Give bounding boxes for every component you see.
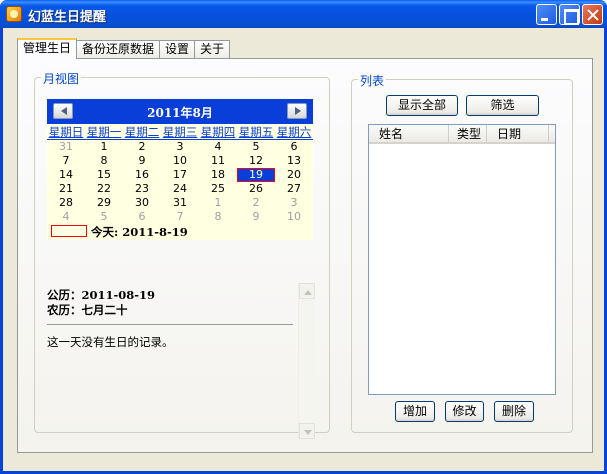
calendar-header: 2011年8月 (47, 99, 313, 124)
calendar-day[interactable]: 2 (237, 196, 275, 210)
column-name[interactable]: 姓名 (369, 125, 449, 142)
tab-manage-birthdays[interactable]: 管理生日 (17, 38, 78, 59)
maximize-button[interactable] (559, 4, 580, 25)
calendar-day[interactable]: 6 (275, 140, 313, 154)
solar-date: 公历：2011-08-19 (47, 288, 156, 302)
close-button[interactable] (582, 4, 603, 25)
info-scrollbar[interactable] (298, 283, 315, 439)
calendar-day[interactable]: 28 (47, 196, 85, 210)
calendar-day[interactable]: 24 (161, 182, 199, 196)
day-info: 公历：2011-08-19 农历：七月二十 这一天没有生日的记录。 (47, 287, 310, 437)
next-month-button[interactable] (287, 103, 307, 119)
calendar-day[interactable]: 6 (123, 210, 161, 224)
tab-about[interactable]: 关于 (194, 40, 231, 59)
birthday-list[interactable]: 姓名 类型 日期 (368, 124, 556, 395)
calendar-day[interactable]: 7 (47, 154, 85, 168)
scroll-down-icon[interactable] (299, 423, 315, 439)
calendar-day[interactable]: 10 (275, 210, 313, 224)
calendar-day[interactable]: 7 (161, 210, 199, 224)
calendar-week: 21 22 23 24 25 26 27 (47, 182, 313, 196)
calendar-day[interactable]: 21 (47, 182, 85, 196)
month-view-label: 月视图 (41, 70, 82, 87)
scroll-up-icon[interactable] (299, 283, 315, 299)
month-calendar[interactable]: 2011年8月 星期日 星期一 星期二 星期三 星期四 星期五 星期六 31 1 2… (47, 99, 313, 240)
day-note: 这一天没有生日的记录。 (47, 335, 174, 349)
month-view-group: 月视图 2011年8月 星期日 星期一 星期二 星期三 星期四 星期五 星期六 … (34, 70, 330, 439)
info-divider (47, 324, 293, 325)
calendar-week: 28 29 30 31 1 2 3 (47, 196, 313, 210)
calendar-day[interactable]: 3 (275, 196, 313, 210)
calendar-day[interactable]: 25 (199, 182, 237, 196)
calendar-day[interactable]: 13 (275, 154, 313, 168)
window-title: 幻蓝生日提醒 (28, 10, 107, 25)
weekday-header: 星期一 (86, 125, 122, 139)
calendar-day[interactable]: 31 (47, 140, 85, 154)
weekday-header: 星期三 (162, 125, 198, 139)
weekday-header: 星期二 (124, 125, 160, 139)
app-icon (6, 6, 22, 22)
list-group: 列表 显示全部 筛选 姓名 类型 日期 增加 修改 删除 (351, 72, 573, 433)
calendar-day[interactable]: 23 (123, 182, 161, 196)
calendar-day[interactable]: 1 (85, 140, 123, 154)
calendar-day[interactable]: 3 (161, 140, 199, 154)
column-type[interactable]: 类型 (449, 125, 487, 142)
calendar-day[interactable]: 1 (199, 196, 237, 210)
weekday-header: 星期五 (238, 125, 274, 139)
calendar-day[interactable]: 12 (237, 154, 275, 168)
calendar-week: 4 5 6 7 8 9 10 (47, 210, 313, 224)
tab-settings[interactable]: 设置 (159, 40, 196, 59)
calendar-grid: 31 1 2 3 4 5 6 7 8 9 10 11 12 13 14 15 16 17 18 19 20 21 22 23 2… (47, 140, 313, 224)
list-header: 姓名 类型 日期 (369, 125, 555, 144)
tab-strip: 管理生日 备份还原数据 设置 关于 (17, 38, 231, 59)
add-button[interactable]: 增加 (395, 401, 435, 422)
calendar-day[interactable]: 17 (161, 168, 199, 182)
calendar-day[interactable]: 10 (161, 154, 199, 168)
calendar-day[interactable]: 11 (199, 154, 237, 168)
calendar-day-selected[interactable]: 19 (237, 168, 275, 182)
calendar-day[interactable]: 30 (123, 196, 161, 210)
edit-button[interactable]: 修改 (445, 401, 484, 422)
calendar-day[interactable]: 18 (199, 168, 237, 182)
calendar-day[interactable]: 2 (123, 140, 161, 154)
minimize-button[interactable] (536, 4, 557, 25)
calendar-day[interactable]: 5 (85, 210, 123, 224)
calendar-week: 31 1 2 3 4 5 6 (47, 140, 313, 154)
calendar-day[interactable]: 9 (123, 154, 161, 168)
calendar-week: 14 15 16 17 18 19 20 (47, 168, 313, 182)
calendar-month-label: 2011年8月 (147, 106, 213, 120)
lunar-date: 农历：七月二十 (47, 303, 128, 317)
tab-backup-restore[interactable]: 备份还原数据 (76, 40, 161, 59)
calendar-day[interactable]: 26 (237, 182, 275, 196)
calendar-day[interactable]: 15 (85, 168, 123, 182)
calendar-day[interactable]: 22 (85, 182, 123, 196)
calendar-day[interactable]: 8 (199, 210, 237, 224)
today-row[interactable]: 今天: 2011-8-19 (47, 224, 313, 239)
calendar-day[interactable]: 4 (199, 140, 237, 154)
tab-panel: 月视图 2011年8月 星期日 星期一 星期二 星期三 星期四 星期五 星期六 … (17, 58, 593, 453)
calendar-day[interactable]: 8 (85, 154, 123, 168)
app-window: 幻蓝生日提醒 管理生日 备份还原数据 设置 关于 月视图 2011年8月 星期日… (0, 0, 607, 474)
weekday-header: 星期六 (276, 125, 312, 139)
calendar-day[interactable]: 16 (123, 168, 161, 182)
today-marker (51, 225, 87, 237)
calendar-week: 7 8 9 10 11 12 13 (47, 154, 313, 168)
list-label: 列表 (358, 72, 387, 89)
calendar-day[interactable]: 31 (161, 196, 199, 210)
show-all-button[interactable]: 显示全部 (386, 95, 458, 116)
calendar-day[interactable]: 5 (237, 140, 275, 154)
today-label: 今天: 2011-8-19 (91, 225, 188, 239)
column-date[interactable]: 日期 (487, 125, 549, 142)
calendar-day[interactable]: 20 (275, 168, 313, 182)
calendar-day[interactable]: 9 (237, 210, 275, 224)
weekday-row: 星期日 星期一 星期二 星期三 星期四 星期五 星期六 (47, 124, 313, 140)
calendar-day[interactable]: 4 (47, 210, 85, 224)
weekday-header: 星期四 (200, 125, 236, 139)
title-bar[interactable]: 幻蓝生日提醒 (0, 0, 607, 28)
calendar-day[interactable]: 27 (275, 182, 313, 196)
calendar-day[interactable]: 14 (47, 168, 85, 182)
delete-button[interactable]: 删除 (494, 401, 534, 422)
weekday-header: 星期日 (48, 125, 84, 139)
calendar-day[interactable]: 29 (85, 196, 123, 210)
filter-button[interactable]: 筛选 (466, 95, 539, 116)
